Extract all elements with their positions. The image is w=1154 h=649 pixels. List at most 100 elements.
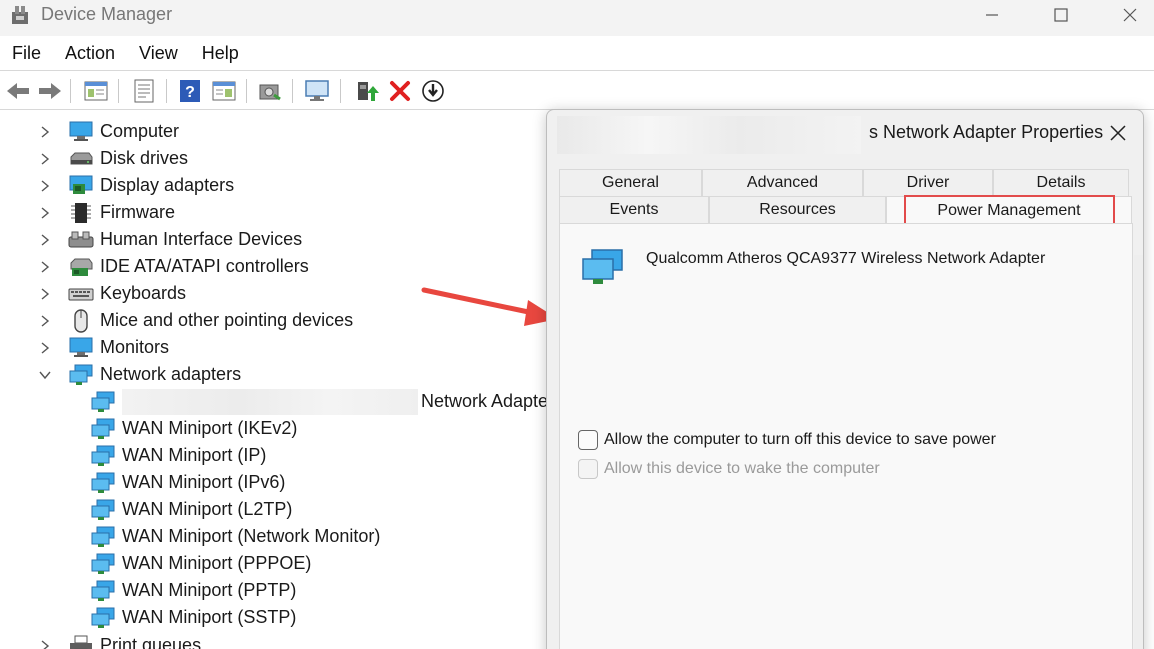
monitor-button[interactable] (303, 77, 331, 105)
tree-item-computer[interactable]: Computer (38, 118, 179, 145)
tab-general[interactable]: General (559, 169, 702, 196)
chevron-right-icon[interactable] (38, 206, 52, 220)
tree-item-label: WAN Miniport (L2TP) (122, 499, 293, 519)
tree-item-label: Network adapters (100, 364, 242, 384)
forward-button[interactable] (36, 77, 64, 105)
tree-item-firmware[interactable]: Firmware (38, 199, 175, 226)
menu-help[interactable]: Help (202, 43, 239, 64)
chevron-down-icon[interactable] (38, 368, 52, 382)
tree-item-wan-miniport-ip[interactable]: WAN Miniport (IP) (90, 442, 266, 469)
tree-item-wan-miniport-pppoe[interactable]: WAN Miniport (PPPOE) (90, 550, 311, 577)
scan-hardware-icon (259, 84, 281, 101)
tree-item-wan-miniport-sstp[interactable]: WAN Miniport (SSTP) (90, 604, 296, 631)
toolbar-separator (246, 79, 247, 103)
tree-item-label: Human Interface Devices (100, 229, 303, 249)
monitor-icon (305, 80, 329, 101)
chevron-right-icon[interactable] (38, 260, 52, 274)
menu-file[interactable]: File (12, 43, 41, 64)
dialog-close-button[interactable] (1103, 120, 1133, 146)
allow-turn-off-checkbox[interactable] (578, 430, 598, 450)
tree-item-display-adapters[interactable]: Display adapters (38, 172, 234, 199)
keyboard-icon (68, 283, 94, 305)
tree-item-wan-miniport-ikev2[interactable]: WAN Miniport (IKEv2) (90, 415, 297, 442)
uninstall-device-icon (390, 81, 410, 101)
disable-device-button[interactable] (419, 77, 447, 105)
power-management-panel: Qualcomm Atheros QCA9377 Wireless Networ… (559, 223, 1133, 649)
ide-controller-icon (68, 256, 94, 278)
network-adapter-icon (90, 553, 116, 575)
network-adapter-icon (90, 418, 116, 440)
tree-item-keyboards[interactable]: Keyboards (38, 280, 186, 307)
network-adapter-icon (68, 364, 94, 386)
toolbar-separator (70, 79, 71, 103)
update-driver-icon (358, 82, 379, 101)
computer-icon (68, 121, 94, 143)
tree-item-human-interface-devices[interactable]: Human Interface Devices (38, 226, 302, 253)
chevron-right-icon[interactable] (38, 152, 52, 166)
chevron-right-icon[interactable] (38, 639, 52, 649)
maximize-icon (1054, 8, 1068, 22)
maximize-button[interactable] (1031, 0, 1091, 30)
network-adapter-icon (90, 607, 116, 629)
tree-item-print-queues[interactable]: Print queues (38, 632, 201, 649)
svg-text:?: ? (185, 84, 195, 101)
monitor-icon (68, 337, 94, 359)
tree-item-wan-miniport-network-monitor[interactable]: WAN Miniport (Network Monitor) (90, 523, 380, 550)
dialog-title: s Network Adapter Properties (869, 122, 1104, 142)
chevron-right-icon[interactable] (38, 233, 52, 247)
tree-item-disk-drives[interactable]: Disk drives (38, 145, 188, 172)
toolbar: ? (0, 70, 1154, 110)
chevron-right-icon[interactable] (38, 125, 52, 139)
toolbar-separator (166, 79, 167, 103)
device-tree: Computer Disk drives Display adapters Fi… (0, 112, 548, 649)
network-adapter-icon (90, 526, 116, 548)
chevron-right-icon[interactable] (38, 314, 52, 328)
tree-item-mice[interactable]: Mice and other pointing devices (38, 307, 353, 334)
details-view-icon (212, 81, 236, 101)
minimize-icon (986, 14, 998, 16)
network-adapter-icon (582, 249, 623, 284)
uninstall-device-button[interactable] (386, 77, 414, 105)
tab-resources[interactable]: Resources (709, 196, 886, 223)
tree-item-wan-miniport-pptp[interactable]: WAN Miniport (PPTP) (90, 577, 296, 604)
menu-bar: File Action View Help (0, 36, 1154, 70)
help-button[interactable]: ? (176, 77, 204, 105)
hid-icon (68, 229, 94, 251)
scan-hardware-button[interactable] (256, 77, 284, 105)
tab-advanced[interactable]: Advanced (702, 169, 863, 196)
tree-item-label: WAN Miniport (Network Monitor) (122, 526, 381, 546)
chevron-right-icon[interactable] (38, 341, 52, 355)
tree-item-wan-miniport-l2tp[interactable]: WAN Miniport (L2TP) (90, 496, 292, 523)
dialog-scrollbar[interactable] (1134, 255, 1143, 649)
show-hide-tree-button[interactable] (82, 77, 110, 105)
chevron-right-icon[interactable] (38, 287, 52, 301)
properties-icon (134, 79, 154, 103)
details-view-button[interactable] (210, 77, 238, 105)
tree-item-label: Computer (100, 121, 180, 141)
tree-item-network-adapter-blurred[interactable]: Network Adapte (90, 388, 548, 415)
update-driver-button[interactable] (353, 77, 381, 105)
back-button[interactable] (4, 77, 32, 105)
tree-item-wan-miniport-ipv6[interactable]: WAN Miniport (IPv6) (90, 469, 285, 496)
toolbar-separator (118, 79, 119, 103)
tree-item-ide-controllers[interactable]: IDE ATA/ATAPI controllers (38, 253, 309, 280)
properties-button[interactable] (130, 77, 158, 105)
minimize-button[interactable] (962, 0, 1022, 30)
tree-item-network-adapters[interactable]: Network adapters (38, 361, 241, 388)
allow-turn-off-label: Allow the computer to turn off this devi… (604, 431, 996, 448)
tab-driver[interactable]: Driver (863, 169, 993, 196)
tab-events[interactable]: Events (559, 196, 709, 223)
tree-item-monitors[interactable]: Monitors (38, 334, 169, 361)
chevron-right-icon[interactable] (38, 179, 52, 193)
mouse-icon (68, 308, 94, 333)
help-icon: ? (180, 80, 200, 102)
allow-turn-off-option[interactable]: Allow the computer to turn off this devi… (578, 430, 996, 450)
menu-view[interactable]: View (139, 43, 178, 64)
device-name: Qualcomm Atheros QCA9377 Wireless Networ… (646, 250, 1046, 267)
disable-device-icon (422, 80, 444, 102)
menu-action[interactable]: Action (65, 43, 115, 64)
close-window-button[interactable] (1100, 0, 1154, 30)
title-bar: Device Manager (0, 0, 1154, 36)
tree-item-label: Mice and other pointing devices (100, 310, 354, 330)
tab-details[interactable]: Details (993, 169, 1129, 196)
